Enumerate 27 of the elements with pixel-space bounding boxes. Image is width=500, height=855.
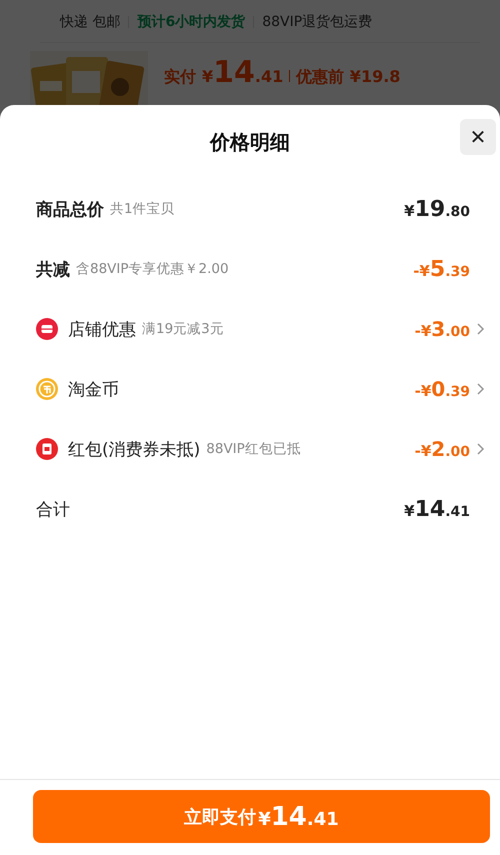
- row-note: 含88VIP专享优惠￥2.00: [76, 260, 229, 278]
- close-button[interactable]: ✕: [460, 119, 496, 155]
- row-label: 商品总价: [36, 198, 104, 220]
- row-amount: -¥5.39: [413, 256, 470, 282]
- row-label: 店铺优惠: [68, 318, 136, 340]
- row-amount: -¥0.39: [414, 377, 470, 401]
- row-amount: -¥2.00: [414, 437, 470, 461]
- row-note: 共1件宝贝: [110, 200, 175, 218]
- original-price: 优惠前 ¥19.8: [296, 67, 400, 88]
- shipping-tag: 快递 包邮: [60, 13, 120, 31]
- row-amount: ¥19.80: [404, 196, 470, 222]
- row-label: 共减: [36, 258, 70, 280]
- row-note: 88VIP红包已抵: [206, 440, 301, 458]
- row-label: 合计: [36, 498, 70, 520]
- row-label: 红包(消费券未抵): [68, 438, 200, 460]
- shop-icon: [36, 318, 58, 340]
- shipping-tag: 预计6小时内发货: [137, 13, 246, 31]
- sheet-title: 价格明细: [210, 128, 290, 156]
- shipping-tag: 88VIP退货包运费: [262, 13, 372, 31]
- row-amount: ¥14.41: [404, 496, 470, 522]
- paid-label: 实付: [164, 67, 196, 88]
- row-note: 满19元减3元: [142, 320, 224, 338]
- paid-price: ¥14.41: [202, 55, 284, 90]
- envelope-icon: [36, 438, 58, 460]
- coin-icon: [36, 378, 58, 400]
- row-label: 淘金币: [68, 378, 119, 400]
- row-amount: -¥3.00: [414, 317, 470, 341]
